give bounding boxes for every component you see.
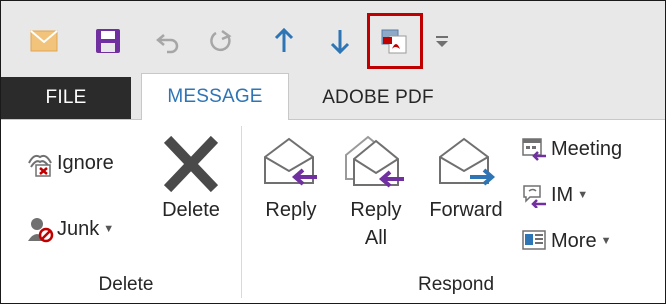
- group-label-respond: Respond: [417, 274, 495, 295]
- redo-icon[interactable]: [204, 23, 238, 59]
- meeting-icon: [519, 134, 549, 164]
- delete-button[interactable]: Delete: [153, 130, 229, 224]
- undo-icon[interactable]: [151, 23, 185, 59]
- forward-button[interactable]: Forward: [421, 130, 511, 224]
- reply-label: Reply: [265, 199, 317, 221]
- meeting-label: Meeting: [551, 137, 623, 160]
- ignore-icon: [25, 148, 55, 178]
- previous-item-icon[interactable]: [267, 23, 301, 59]
- ignore-button[interactable]: Ignore: [25, 146, 114, 180]
- chevron-down-icon: ▼: [600, 235, 612, 247]
- tab-adobe-pdf[interactable]: ADOBE PDF: [297, 77, 459, 119]
- reply-all-icon: [342, 130, 410, 196]
- group-label-delete: Delete: [98, 274, 154, 295]
- group-divider: [241, 126, 242, 298]
- mail-icon[interactable]: [27, 23, 61, 59]
- junk-icon: [25, 214, 55, 244]
- meeting-button[interactable]: Meeting: [519, 132, 622, 166]
- more-button[interactable]: More ▼: [519, 224, 611, 258]
- reply-button[interactable]: Reply: [255, 130, 327, 224]
- instant-message-icon: [519, 180, 549, 210]
- reply-all-button[interactable]: Reply All: [337, 130, 415, 252]
- junk-button[interactable]: Junk ▼: [25, 212, 114, 246]
- reply-icon: [259, 130, 323, 196]
- im-button[interactable]: IM ▼: [519, 178, 588, 212]
- reply-all-label-line1: Reply: [350, 199, 402, 221]
- ribbon-tabs: FILE MESSAGE ADOBE PDF: [1, 73, 665, 120]
- tab-file[interactable]: FILE: [1, 77, 131, 119]
- tab-message[interactable]: MESSAGE: [141, 73, 289, 120]
- pdf-button-highlight-box: [367, 13, 423, 69]
- im-label: IM: [551, 183, 574, 206]
- chevron-down-icon: ▼: [577, 189, 589, 201]
- delete-label: Delete: [162, 199, 220, 221]
- more-label: More: [551, 229, 597, 252]
- forward-icon: [434, 130, 498, 196]
- quick-access-toolbar: [1, 1, 665, 77]
- more-respond-icon: [519, 226, 549, 256]
- junk-label: Junk: [57, 217, 100, 240]
- outlook-message-window: FILE MESSAGE ADOBE PDF Ignore Junk ▼ Del…: [0, 0, 666, 304]
- save-icon[interactable]: [91, 23, 125, 59]
- ribbon-message: Ignore Junk ▼ Delete Delete Reply Reply …: [1, 120, 665, 303]
- delete-icon: [161, 130, 221, 196]
- ignore-label: Ignore: [57, 151, 114, 174]
- customize-toolbar-icon[interactable]: [433, 31, 451, 51]
- reply-all-label-line2: All: [364, 227, 388, 249]
- next-item-icon[interactable]: [323, 23, 357, 59]
- forward-label: Forward: [429, 199, 503, 221]
- chevron-down-icon: ▼: [103, 223, 115, 235]
